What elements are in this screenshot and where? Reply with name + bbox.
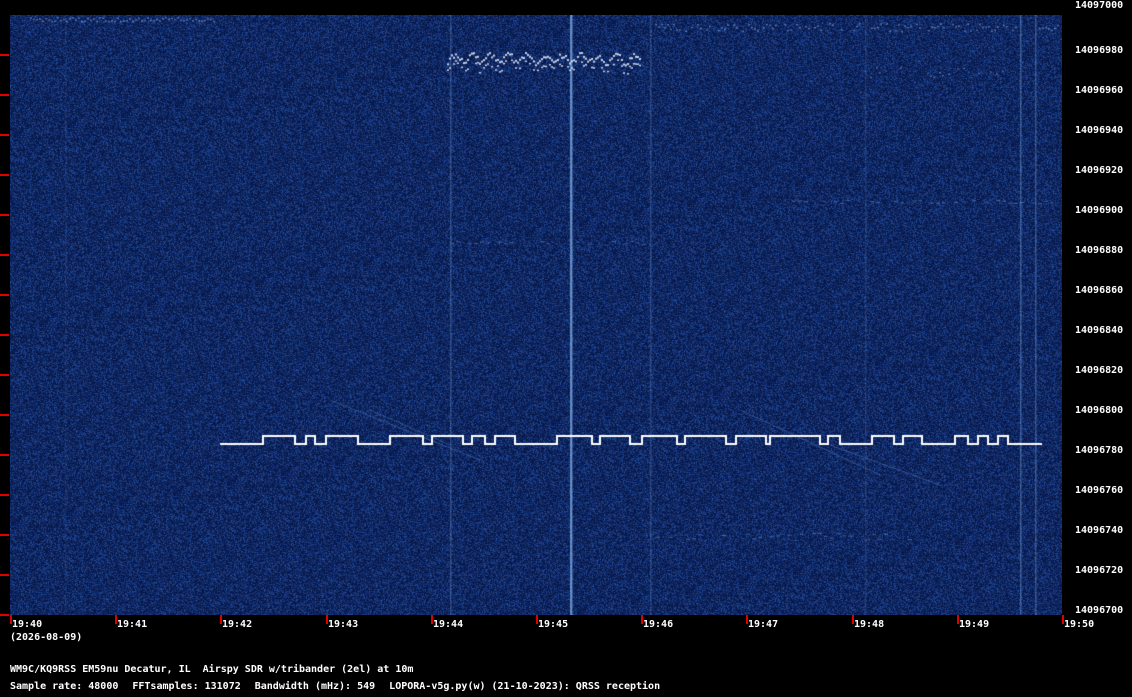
frequency-tick	[0, 494, 9, 496]
frequency-label: 14096960	[1075, 85, 1124, 96]
time-label: 19:47	[748, 619, 779, 630]
frequency-tick	[0, 94, 9, 96]
time-label: 19:46	[643, 619, 674, 630]
frequency-label: 14096700	[1075, 605, 1124, 616]
time-label: 19:45	[538, 619, 569, 630]
frequency-tick	[0, 254, 9, 256]
fft-samples: FFTsamples: 131072	[132, 681, 241, 692]
frequency-tick	[0, 294, 9, 296]
frequency-tick	[0, 174, 9, 176]
software-version: LOPORA-v5g.py(w) (21-10-2023): QRSS rece…	[389, 681, 661, 692]
frequency-tick	[0, 414, 9, 416]
time-label: 19:44	[433, 619, 464, 630]
frequency-tick	[0, 534, 9, 536]
frequency-tick	[0, 574, 9, 576]
time-label: 19:42	[222, 619, 253, 630]
frequency-tick	[0, 334, 9, 336]
frequency-tick	[0, 214, 9, 216]
waterfall-spectrogram	[10, 15, 1062, 615]
sample-rate: Sample rate: 48000	[10, 681, 119, 692]
bandwidth: Bandwidth (mHz): 549	[254, 681, 376, 692]
frequency-tick	[0, 54, 9, 56]
time-label: 19:41	[117, 619, 148, 630]
frequency-label: 14096940	[1075, 125, 1124, 136]
frequency-label: 14096920	[1075, 165, 1124, 176]
time-label: 19:48	[854, 619, 885, 630]
frequency-label: 14096860	[1075, 285, 1124, 296]
frequency-label: 14096880	[1075, 245, 1124, 256]
frequency-label: 14096760	[1075, 485, 1124, 496]
date-label: (2026-08-09)	[10, 632, 83, 643]
frequency-label: 14096820	[1075, 365, 1124, 376]
time-label: 19:50	[1064, 619, 1095, 630]
frequency-tick	[0, 614, 9, 616]
time-label: 19:49	[959, 619, 990, 630]
time-label: 19:43	[328, 619, 359, 630]
frequency-label: 14096780	[1075, 445, 1124, 456]
frequency-tick	[0, 374, 9, 376]
frequency-label: 14096800	[1075, 405, 1124, 416]
time-label: 19:40	[12, 619, 43, 630]
frequency-label: 14096980	[1075, 45, 1124, 56]
frequency-label: 14096720	[1075, 565, 1124, 576]
frequency-label: 14096740	[1075, 525, 1124, 536]
station-info: WM9C/KQ9RSS EM59nu Decatur, IL Airspy SD…	[10, 664, 414, 675]
frequency-label: 14096840	[1075, 325, 1124, 336]
frequency-label: 14096900	[1075, 205, 1124, 216]
frequency-label: 14097000	[1075, 0, 1124, 11]
settings-line: Sample rate: 48000 FFTsamples: 131072 Band…	[10, 681, 674, 693]
frequency-tick	[0, 134, 9, 136]
frequency-tick	[0, 454, 9, 456]
